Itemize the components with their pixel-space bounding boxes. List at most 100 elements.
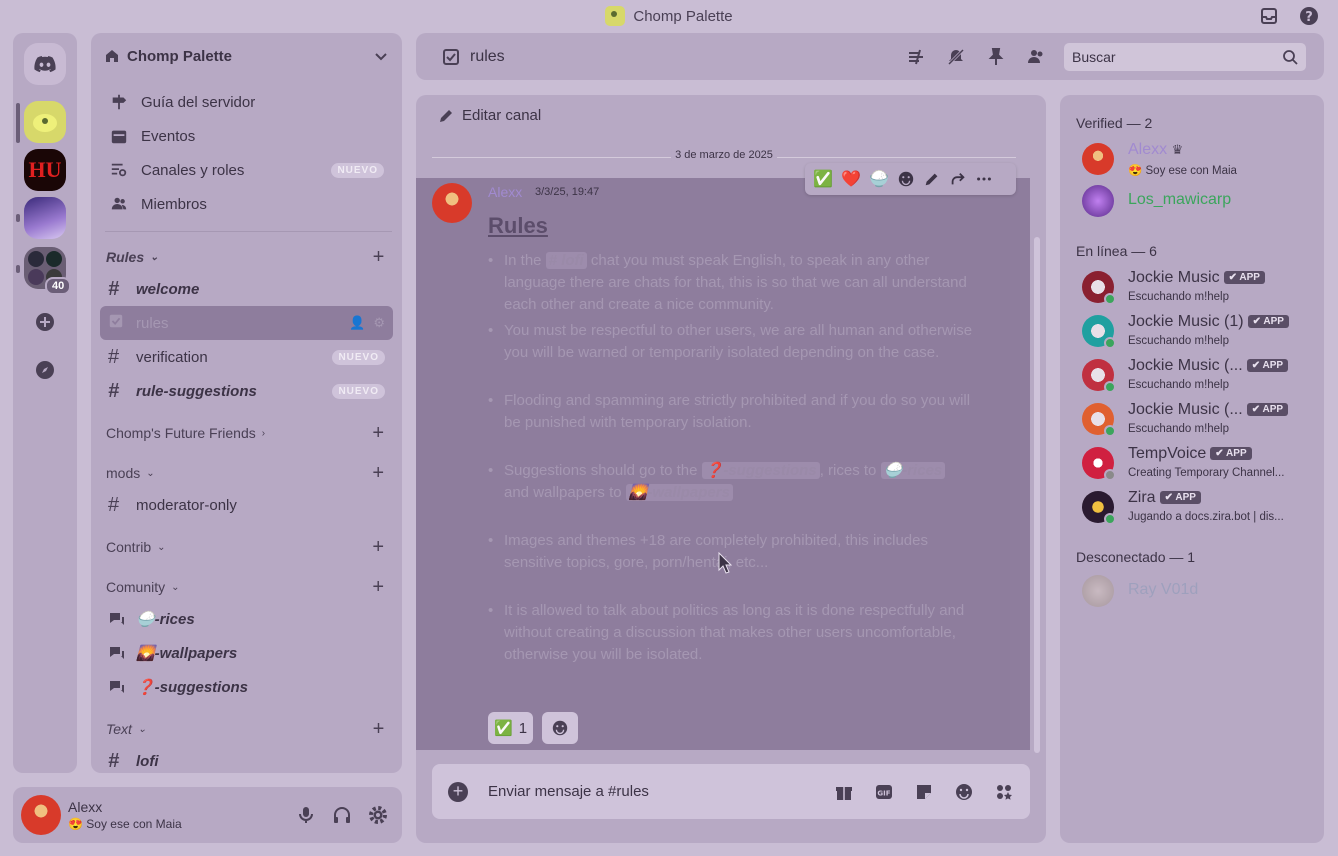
member-item[interactable]: Zira ✔ APP Jugando a docs.zira.bot | dis.… [1082, 487, 1322, 527]
unread-pill-2 [16, 265, 20, 273]
quick-reaction-heart[interactable]: ❤️ [841, 169, 861, 189]
reaction-check[interactable]: ✅ 1 [488, 712, 534, 744]
channel-rule-suggestions[interactable]: # rule-suggestions NUEVO [100, 374, 393, 408]
emoji-icon[interactable] [954, 782, 974, 802]
category-rules[interactable]: Rules ⌄ + [91, 242, 402, 272]
nav-label: Guía del servidor [141, 93, 256, 111]
add-channel-icon[interactable]: + [372, 462, 384, 485]
search-input[interactable]: Buscar [1064, 42, 1306, 71]
pin-icon[interactable] [986, 47, 1006, 67]
message-timestamp: 3/3/25, 19:47 [535, 186, 600, 198]
member-status: Creating Temporary Channel... [1128, 467, 1285, 479]
quick-reaction-rice[interactable]: 🍚 [869, 169, 889, 189]
attach-icon[interactable]: + [448, 781, 468, 802]
channel-verification[interactable]: # verification NUEVO [100, 340, 393, 374]
inbox-icon[interactable] [1258, 5, 1280, 27]
add-channel-icon[interactable]: + [372, 576, 384, 599]
explore-icon[interactable] [24, 349, 66, 391]
more-options-icon[interactable] [975, 170, 993, 188]
threads-icon[interactable] [906, 47, 926, 67]
discord-home-icon[interactable] [24, 43, 66, 85]
nav-server-guide[interactable]: Guía del servidor [91, 85, 402, 119]
settings-icon[interactable]: ⚙ [373, 315, 385, 331]
notifications-muted-icon[interactable] [946, 47, 966, 67]
message-input[interactable]: + Enviar mensaje a #rules GIF [432, 764, 1030, 819]
avatar [1082, 575, 1114, 607]
nav-members[interactable]: Miembros [91, 187, 402, 221]
online-status-icon [1104, 293, 1116, 305]
channel-label: verification [136, 348, 208, 366]
member-item[interactable]: Alexx ♛ 😍 Soy ese con Maia [1082, 139, 1322, 179]
member-item[interactable]: Jockie Music ✔ APP Escuchando m!help [1082, 267, 1322, 307]
microphone-icon[interactable] [296, 805, 316, 825]
server-chomp-palette[interactable] [24, 101, 66, 143]
channel-mention[interactable]: 🍚-rices [880, 462, 946, 479]
message-avatar[interactable] [432, 183, 472, 223]
message-hover-toolbar: ✅ ❤️ 🍚 [805, 163, 1016, 195]
category-contrib[interactable]: Contrib ⌄ + [91, 532, 402, 562]
scrollbar[interactable] [1034, 237, 1040, 753]
avatar[interactable] [21, 795, 61, 835]
forward-icon[interactable] [949, 170, 967, 188]
nav-events[interactable]: Eventos [91, 119, 402, 153]
add-channel-icon[interactable]: + [372, 536, 384, 559]
online-status-icon [1104, 381, 1116, 393]
headphones-icon[interactable] [332, 805, 352, 825]
channel-rices[interactable]: 🍚-rices [100, 602, 393, 636]
edit-channel-button[interactable]: Editar canal [438, 107, 541, 124]
member-name: Zira ✔ APP [1128, 489, 1201, 507]
apps-icon[interactable] [994, 782, 1014, 802]
member-item[interactable]: Ray V01d [1082, 571, 1322, 611]
divider [105, 231, 392, 232]
message-heading: Rules [488, 213, 548, 238]
add-reaction-button[interactable] [542, 712, 578, 744]
member-item[interactable]: Los_mawicarp [1082, 181, 1322, 221]
channel-moderator-only[interactable]: # moderator-only [100, 488, 393, 522]
gear-icon[interactable] [368, 805, 388, 825]
server-hu[interactable]: HU [24, 149, 66, 191]
channel-lofi[interactable]: # lofi [100, 744, 393, 773]
server-anime[interactable] [24, 197, 66, 239]
category-label: mods [106, 465, 141, 481]
sticker-icon[interactable] [914, 782, 934, 802]
new-badge: NUEVO [332, 349, 385, 365]
gif-icon[interactable]: GIF [874, 782, 894, 802]
help-icon[interactable]: ? [1298, 5, 1320, 27]
search-icon [1283, 49, 1298, 65]
rules-channel-icon [443, 48, 459, 65]
member-list: Verified — 2 Alexx ♛ 😍 Soy ese con Maia … [1060, 95, 1324, 843]
channel-rules[interactable]: rules 👤 ⚙ [100, 306, 393, 340]
channel-wallpapers[interactable]: 🌄-wallpapers [100, 636, 393, 670]
channel-welcome[interactable]: # welcome [100, 272, 393, 306]
category-mods[interactable]: mods ⌄ + [91, 458, 402, 488]
member-list-icon[interactable] [1026, 47, 1046, 67]
invite-icon[interactable]: 👤 [349, 315, 365, 331]
add-channel-icon[interactable]: + [372, 422, 384, 445]
category-comunity[interactable]: Comunity ⌄ + [91, 572, 402, 602]
category-future-friends[interactable]: Chomp's Future Friends › + [91, 418, 402, 448]
guild-name: Chomp Palette [127, 47, 233, 65]
add-channel-icon[interactable]: + [372, 246, 384, 269]
nav-channels-roles[interactable]: Canales y roles NUEVO [91, 153, 402, 187]
channel-mention[interactable]: ❓-suggestions [701, 462, 820, 479]
add-server-icon[interactable] [24, 301, 66, 343]
add-channel-icon[interactable]: + [372, 718, 384, 741]
message-author[interactable]: Alexx [488, 184, 522, 200]
channel-label: rules [136, 314, 169, 332]
guild-header[interactable]: Chomp Palette [91, 33, 402, 79]
channel-mention[interactable]: # lofi [545, 252, 587, 269]
gift-icon[interactable] [834, 782, 854, 802]
member-item[interactable]: Jockie Music (... ✔ APP Escuchando m!help [1082, 355, 1322, 395]
reaction-emoji: ✅ [494, 720, 513, 737]
quick-reaction-check[interactable]: ✅ [813, 169, 833, 189]
member-item[interactable]: Jockie Music (... ✔ APP Escuchando m!help [1082, 399, 1322, 439]
member-item[interactable]: TempVoice ✔ APP Creating Temporary Channe… [1082, 443, 1322, 483]
channel-suggestions[interactable]: ❓-suggestions [100, 670, 393, 704]
add-reaction-icon[interactable] [897, 170, 915, 188]
rules-list: In the # lofi chat you must speak Englis… [488, 250, 974, 670]
channel-mention[interactable]: 🌄-wallpapers [625, 484, 733, 501]
member-item[interactable]: Jockie Music (1) ✔ APP Escuchando m!help [1082, 311, 1322, 351]
edit-message-icon[interactable] [923, 170, 941, 188]
channel-label: welcome [136, 280, 200, 298]
category-text[interactable]: Text ⌄ + [91, 714, 402, 744]
